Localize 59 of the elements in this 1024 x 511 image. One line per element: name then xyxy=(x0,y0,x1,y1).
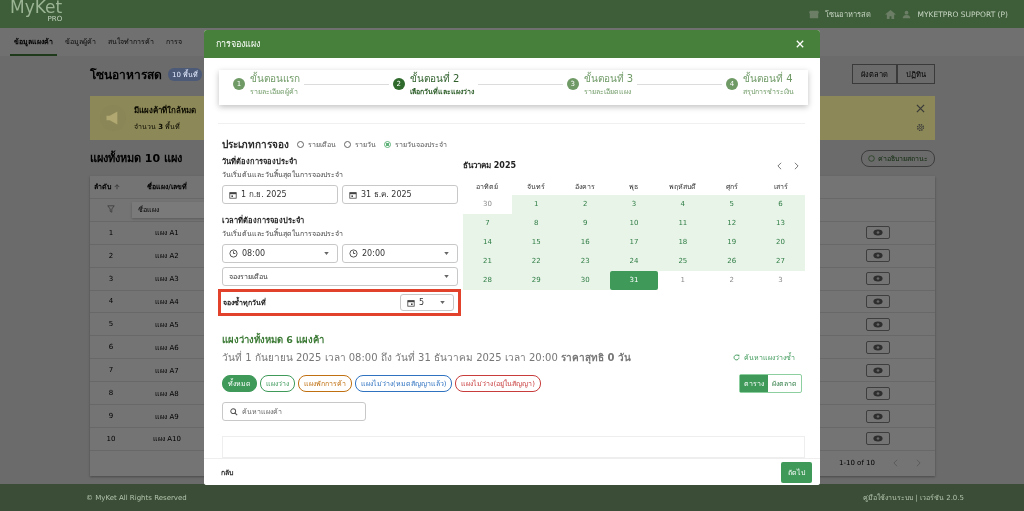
settings-icon[interactable] xyxy=(916,123,925,132)
refresh-icon xyxy=(733,354,740,361)
booking-type-label: ประเภทการจอง xyxy=(222,138,289,152)
view-button[interactable] xyxy=(866,249,890,263)
repeat-day-select[interactable]: 5 xyxy=(400,294,454,311)
eye-icon xyxy=(873,275,883,283)
calendar-icon xyxy=(407,298,415,307)
filter-icon[interactable] xyxy=(107,204,115,213)
calendar-icon xyxy=(349,190,357,199)
calendar-month: ธันวาคม 2025 xyxy=(463,160,517,172)
next-month-icon[interactable] xyxy=(794,161,799,170)
view-button[interactable] xyxy=(866,317,890,331)
clock-icon xyxy=(229,249,238,258)
dialog-title: การจองแผง xyxy=(216,38,260,51)
home-icon[interactable] xyxy=(885,8,897,20)
eye-icon xyxy=(873,366,883,374)
help-icon xyxy=(868,154,875,162)
view-button[interactable] xyxy=(866,386,890,400)
page-title: โซนอาหารสด xyxy=(90,66,162,84)
caret-icon xyxy=(444,252,449,255)
view-button[interactable] xyxy=(866,226,890,240)
caret-icon xyxy=(324,252,329,255)
booking-summary: วันที่ 1 กันยายน 2025 เวลา 08:00 ถึง วันที่ 31 ธันวาคม 2025 เวลา 20:00 ราคาสุทธิ 0 วัน xyxy=(222,350,631,365)
clock-icon xyxy=(349,249,358,258)
results-title: แผงว่างทั้งหมด 6 แผงค้า xyxy=(222,332,326,347)
eye-icon xyxy=(873,298,883,305)
alert-title: มีแผงค้าที่ใกล้หมด xyxy=(134,104,196,117)
user-icon xyxy=(902,9,912,19)
step-title: ขั้นตอนแรก xyxy=(250,71,300,87)
start-time-select[interactable]: 08:00 xyxy=(222,244,338,263)
eye-icon xyxy=(873,252,883,260)
eye-icon xyxy=(873,343,883,351)
previous-month-icon[interactable] xyxy=(777,161,782,170)
start-date-field[interactable]: 1 ก.ย. 2025 xyxy=(222,185,338,204)
sort-up-icon[interactable] xyxy=(114,183,120,190)
store-icon xyxy=(809,9,820,19)
eye-icon xyxy=(873,435,883,443)
view-button[interactable] xyxy=(866,295,890,308)
view-button[interactable] xyxy=(866,340,890,354)
view-button[interactable] xyxy=(866,363,890,377)
close-icon[interactable] xyxy=(916,104,925,113)
eye-icon xyxy=(873,229,883,237)
view-button[interactable] xyxy=(866,432,890,446)
end-date-field[interactable]: 31 ธ.ค. 2025 xyxy=(342,185,458,204)
search-icon xyxy=(230,407,238,416)
step-title: ขั้นตอนที่ 3 xyxy=(583,71,634,87)
eye-icon xyxy=(873,412,883,420)
eye-icon xyxy=(873,389,883,397)
step-title: ขั้นตอนที่ 2 xyxy=(409,71,461,87)
eye-icon xyxy=(873,320,883,328)
stalls-title: แผงทั้งหมด 10 แผง xyxy=(90,149,182,167)
view-button[interactable] xyxy=(866,272,890,286)
end-time-select[interactable]: 20:00 xyxy=(342,244,458,263)
calendar-icon xyxy=(229,190,237,199)
view-button[interactable] xyxy=(866,409,890,423)
step-title: ขั้นตอนที่ 4 xyxy=(743,71,794,87)
caret-icon xyxy=(444,275,449,278)
logo-text: MyKet xyxy=(10,0,63,16)
caret-icon xyxy=(440,301,445,304)
